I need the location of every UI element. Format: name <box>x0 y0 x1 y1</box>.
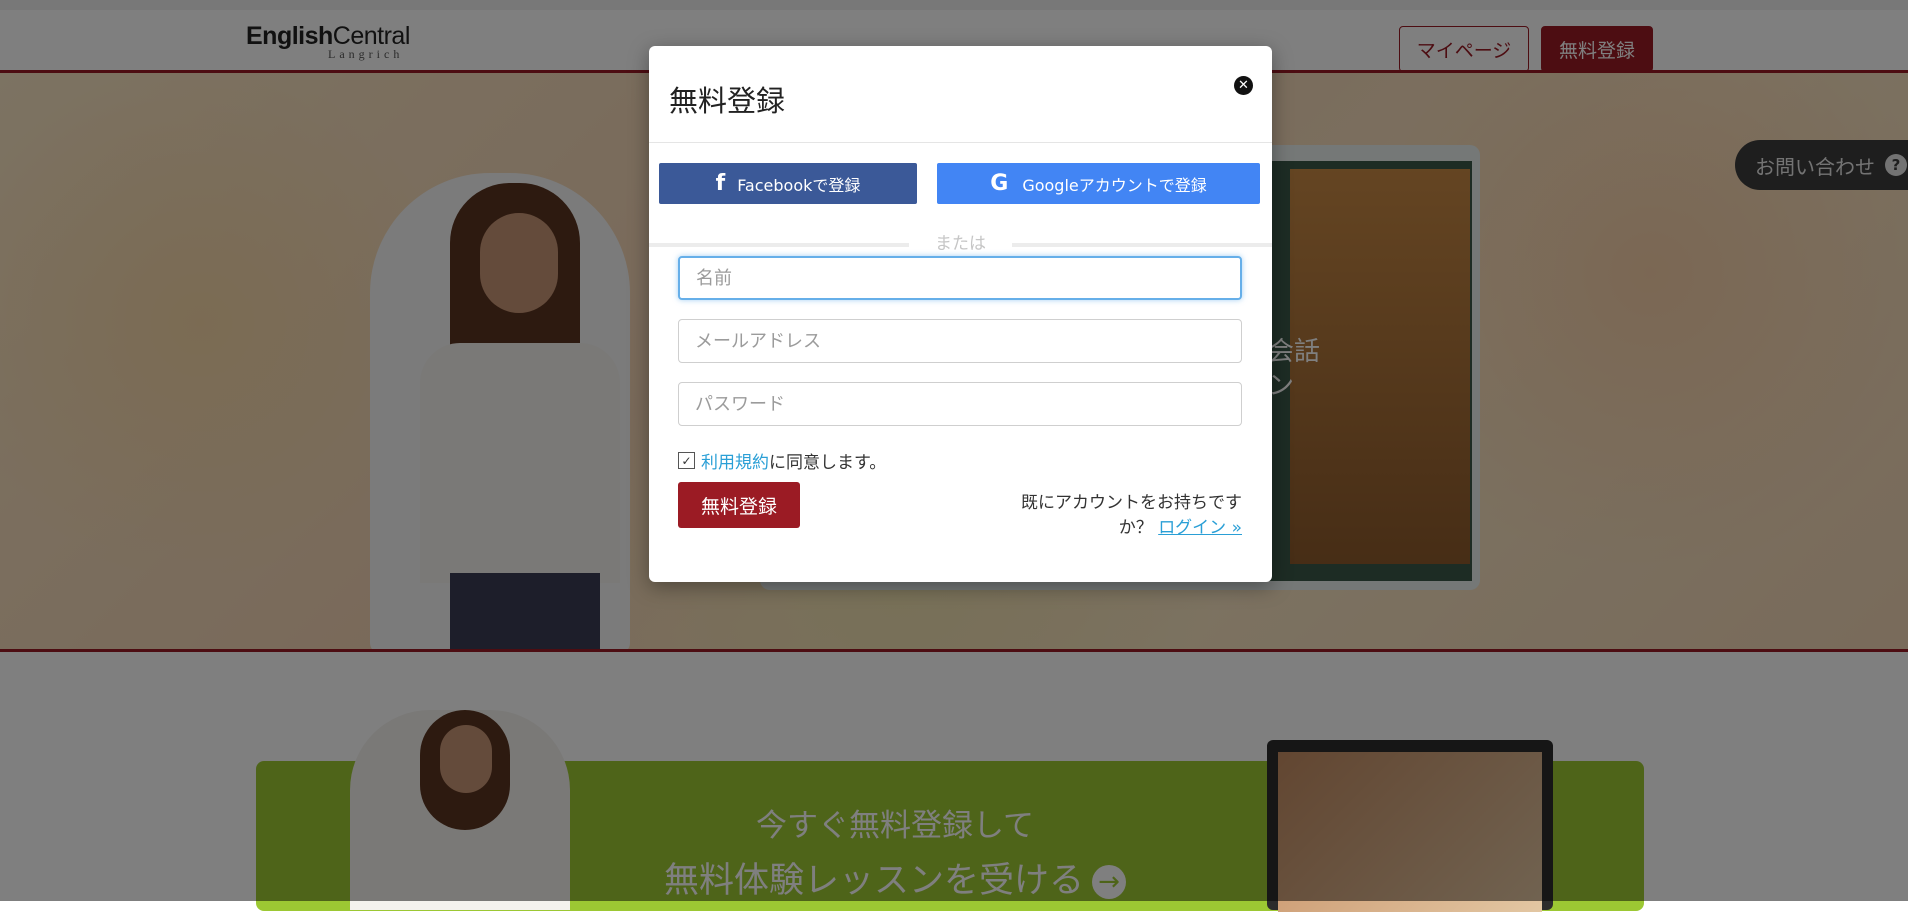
register-submit-button[interactable]: 無料登録 <box>678 482 800 528</box>
login-prompt: 既にアカウントをお持ちです か？ ログイン » <box>989 491 1242 541</box>
terms-agreement: ✓ 利用規約 に同意します。 <box>678 448 886 473</box>
modal-title: 無料登録 <box>669 84 786 118</box>
close-icon[interactable]: ✕ <box>1234 76 1253 95</box>
login-prompt-line2: か？ <box>1118 518 1153 538</box>
modal-header: 無料登録 ✕ <box>649 46 1272 143</box>
password-input[interactable] <box>678 382 1242 426</box>
google-register-button[interactable]: G Googleアカウントで登録 <box>937 163 1260 204</box>
login-link[interactable]: ログイン » <box>1158 518 1242 538</box>
terms-link[interactable]: 利用規約 <box>701 448 769 473</box>
login-prompt-line1: 既にアカウントをお持ちです <box>1021 493 1242 513</box>
divider-label: または <box>909 229 1012 254</box>
terms-checkbox[interactable]: ✓ <box>678 452 695 469</box>
google-icon: G <box>990 171 1009 196</box>
google-register-label: Googleアカウントで登録 <box>1022 175 1207 195</box>
terms-suffix: に同意します。 <box>769 453 887 473</box>
facebook-register-label: Facebookで登録 <box>737 175 861 195</box>
register-modal: 無料登録 ✕ f Facebookで登録 G Googleアカウントで登録 また… <box>649 46 1272 582</box>
email-input[interactable] <box>678 319 1242 363</box>
login-prompt-line2-wrap: か？ ログイン » <box>989 516 1242 541</box>
facebook-icon: f <box>715 171 726 196</box>
name-input[interactable] <box>678 256 1242 300</box>
facebook-register-button[interactable]: f Facebookで登録 <box>659 163 917 204</box>
